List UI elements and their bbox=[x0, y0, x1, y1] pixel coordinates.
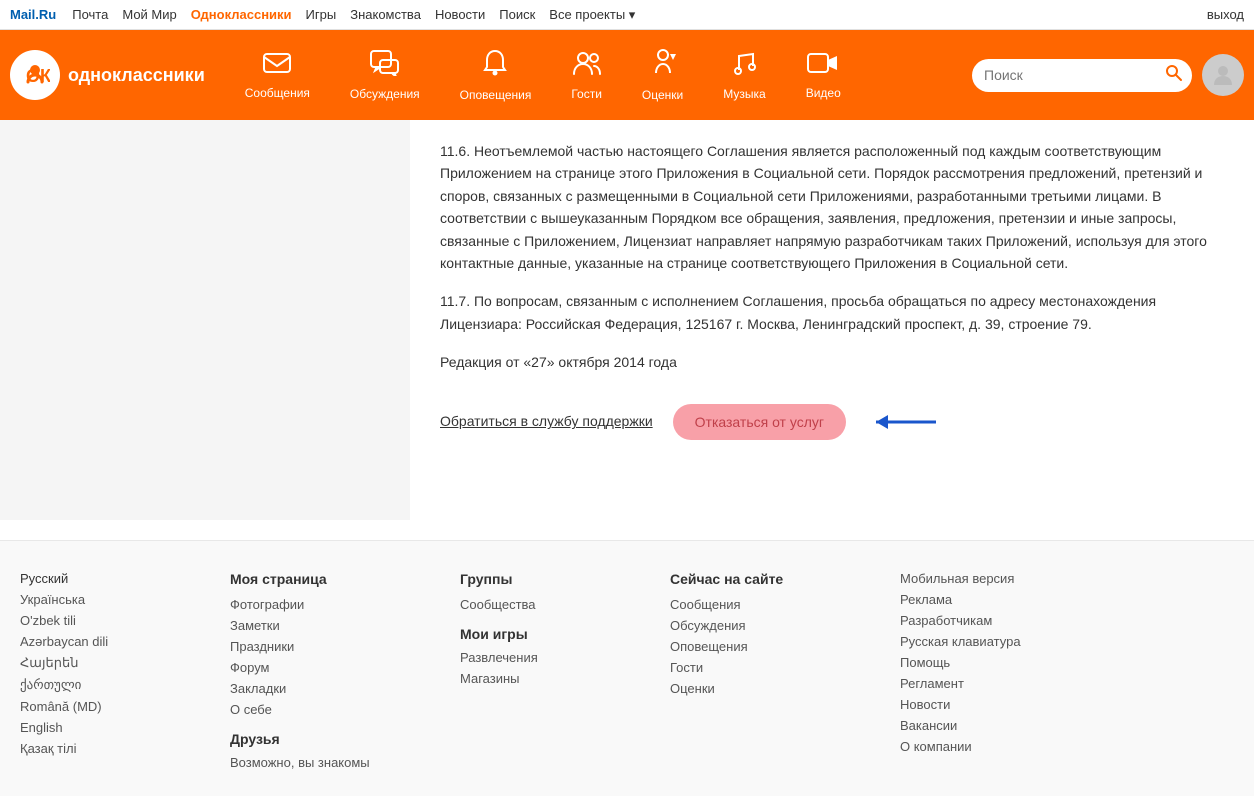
footer-mobile[interactable]: Мобильная версия bbox=[900, 571, 1130, 586]
nav-ratings[interactable]: Оценки bbox=[622, 49, 703, 102]
guests-icon bbox=[572, 50, 602, 83]
footer-help[interactable]: Помощь bbox=[900, 655, 1130, 670]
nav-video[interactable]: Видео bbox=[786, 51, 861, 100]
nav-guests[interactable]: Гости bbox=[551, 50, 622, 101]
footer-vacancies[interactable]: Вакансии bbox=[900, 718, 1130, 733]
footer-guests[interactable]: Гости bbox=[670, 660, 890, 675]
footer-about-company[interactable]: О компании bbox=[900, 739, 1130, 754]
footer-misc-col: Мобильная версия Реклама Разработчикам Р… bbox=[900, 571, 1130, 776]
messages-icon bbox=[262, 51, 292, 82]
nav-znakomstva[interactable]: Знакомства bbox=[350, 7, 421, 22]
orange-nav-items: Сообщения Обсуждения Оповещения Гости Оц… bbox=[225, 49, 952, 102]
discussions-icon bbox=[370, 50, 400, 83]
lang-azerbaijani[interactable]: Azərbaycan dili bbox=[20, 634, 220, 649]
top-nav-links: Почта Мой Мир Одноклассники Игры Знакомс… bbox=[72, 7, 1207, 23]
content-paragraph-3: Редакция от «27» октября 2014 года bbox=[440, 351, 1224, 373]
nav-music[interactable]: Музыка bbox=[703, 50, 785, 101]
nav-igry[interactable]: Игры bbox=[306, 7, 337, 22]
user-avatar[interactable] bbox=[1202, 54, 1244, 96]
footer-messages[interactable]: Сообщения bbox=[670, 597, 890, 612]
footer-onsite-col: Сейчас на сайте Сообщения Обсуждения Опо… bbox=[670, 571, 890, 776]
orange-navbar: ОК одноклассники Сообщения Обсуждения Оп… bbox=[0, 30, 1254, 120]
footer-mypage-title: Моя страница bbox=[230, 571, 450, 587]
lang-ukrainian[interactable]: Українська bbox=[20, 592, 220, 607]
lang-english[interactable]: English bbox=[20, 720, 220, 735]
mailru-logo[interactable]: Mail.Ru bbox=[10, 7, 56, 22]
lang-georgian[interactable]: ქართული bbox=[20, 677, 220, 693]
footer-my-games-title: Мои игры bbox=[460, 626, 660, 642]
cancel-services-button[interactable]: Отказаться от услуг bbox=[673, 404, 846, 440]
nav-discussions[interactable]: Обсуждения bbox=[330, 50, 440, 101]
content-paragraph-2: 11.7. По вопросам, связанным с исполнени… bbox=[440, 290, 1224, 335]
nav-odnoklassniki[interactable]: Одноклассники bbox=[191, 7, 292, 22]
footer-news[interactable]: Новости bbox=[900, 697, 1130, 712]
footer-groups-title: Группы bbox=[460, 571, 660, 587]
search-input[interactable] bbox=[984, 67, 1165, 83]
footer-shops[interactable]: Магазины bbox=[460, 671, 660, 686]
nav-notifications[interactable]: Оповещения bbox=[440, 49, 552, 102]
footer-communities[interactable]: Сообщества bbox=[460, 597, 660, 612]
footer-about[interactable]: О себе bbox=[230, 702, 450, 717]
video-icon bbox=[807, 51, 839, 82]
svg-text:ОК: ОК bbox=[26, 66, 50, 86]
footer-rules[interactable]: Регламент bbox=[900, 676, 1130, 691]
footer-keyboard[interactable]: Русская клавиатура bbox=[900, 634, 1130, 649]
footer-onsite-title: Сейчас на сайте bbox=[670, 571, 890, 587]
search-bar bbox=[972, 59, 1192, 92]
footer: Русский Українська O'zbek tili Azərbayca… bbox=[0, 540, 1254, 796]
footer-notifications[interactable]: Оповещения bbox=[670, 639, 890, 654]
footer-ratings[interactable]: Оценки bbox=[670, 681, 890, 696]
top-navbar: Mail.Ru Почта Мой Мир Одноклассники Игры… bbox=[0, 0, 1254, 30]
footer-forum[interactable]: Форум bbox=[230, 660, 450, 675]
main-wrapper: 11.6. Неотъемлемой частью настоящего Сог… bbox=[0, 120, 1254, 520]
footer-holidays[interactable]: Праздники bbox=[230, 639, 450, 654]
ok-logo-icon: ОК bbox=[10, 50, 60, 100]
ratings-icon bbox=[648, 49, 678, 84]
nav-vse-proekty[interactable]: Все проекты ▾ bbox=[549, 7, 635, 23]
footer-entertainment[interactable]: Развлечения bbox=[460, 650, 660, 665]
nav-novosti[interactable]: Новости bbox=[435, 7, 485, 22]
footer-ads[interactable]: Реклама bbox=[900, 592, 1130, 607]
lang-russian[interactable]: Русский bbox=[20, 571, 220, 586]
lang-kazakh[interactable]: Қазақ тілі bbox=[20, 741, 220, 756]
footer-friends-title: Друзья bbox=[230, 731, 450, 747]
nav-messages[interactable]: Сообщения bbox=[225, 51, 330, 100]
footer-photos[interactable]: Фотографии bbox=[230, 597, 450, 612]
logout-link[interactable]: выход bbox=[1207, 7, 1244, 22]
lang-romanian[interactable]: Română (MD) bbox=[20, 699, 220, 714]
footer-developers[interactable]: Разработчикам bbox=[900, 613, 1130, 628]
left-sidebar bbox=[0, 120, 410, 520]
content-area: 11.6. Неотъемлемой частью настоящего Сог… bbox=[410, 120, 1254, 520]
search-icon[interactable] bbox=[1165, 64, 1183, 87]
content-actions: Обратиться в службу поддержки Отказаться… bbox=[440, 404, 1224, 440]
footer-grid: Русский Українська O'zbek tili Azərbayca… bbox=[20, 571, 1234, 776]
arrow-indicator bbox=[866, 407, 946, 437]
footer-discussions[interactable]: Обсуждения bbox=[670, 618, 890, 633]
nav-pochta[interactable]: Почта bbox=[72, 7, 108, 22]
footer-groups-col: Группы Сообщества Мои игры Развлечения М… bbox=[460, 571, 660, 776]
footer-notes[interactable]: Заметки bbox=[230, 618, 450, 633]
ok-logo-text: одноклассники bbox=[68, 65, 205, 86]
support-link[interactable]: Обратиться в службу поддержки bbox=[440, 410, 653, 432]
footer-lang-col: Русский Українська O'zbek tili Azərbayca… bbox=[20, 571, 220, 776]
music-icon bbox=[731, 50, 757, 83]
nav-poisk[interactable]: Поиск bbox=[499, 7, 535, 22]
footer-mypage-col: Моя страница Фотографии Заметки Праздник… bbox=[230, 571, 450, 776]
lang-armenian[interactable]: Հայերեն bbox=[20, 655, 220, 671]
content-paragraph-1: 11.6. Неотъемлемой частью настоящего Сог… bbox=[440, 140, 1224, 274]
ok-logo[interactable]: ОК одноклассники bbox=[10, 50, 205, 100]
notifications-icon bbox=[483, 49, 507, 84]
footer-bookmarks[interactable]: Закладки bbox=[230, 681, 450, 696]
footer-maybe-you-know[interactable]: Возможно, вы знакомы bbox=[230, 755, 450, 770]
lang-uzbek[interactable]: O'zbek tili bbox=[20, 613, 220, 628]
nav-moy-mir[interactable]: Мой Мир bbox=[122, 7, 176, 22]
